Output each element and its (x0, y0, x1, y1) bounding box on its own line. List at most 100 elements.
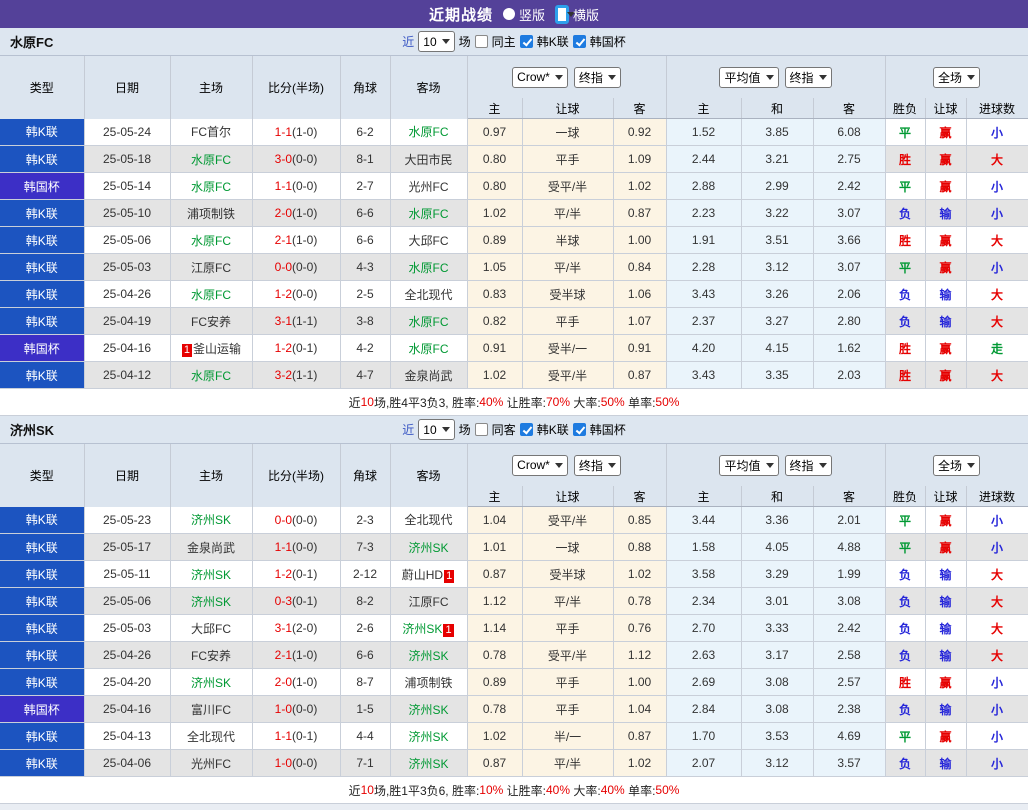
home-team-name[interactable]: 江原FC (191, 261, 231, 275)
away-team-name[interactable]: 金泉尚武 (404, 369, 452, 383)
home-team-name[interactable]: 济州SK (191, 676, 231, 690)
home-team-cell: 水原FC (170, 146, 252, 173)
match-row: 韩K联25-05-18水原FC3-0(0-0)8-1大田市民0.80平手1.09… (0, 146, 1028, 173)
match-date-cell: 25-04-16 (84, 335, 170, 362)
result-cell: 负 (885, 588, 925, 615)
home-team-name[interactable]: 大邱FC (191, 622, 231, 636)
home-odds-cell: 0.89 (467, 669, 522, 696)
away-team-name[interactable]: 济州SK (408, 757, 448, 771)
away-team-name[interactable]: 济州SK (408, 649, 448, 663)
home-team-name[interactable]: 济州SK (191, 595, 231, 609)
goals-result-cell: 大 (966, 561, 1028, 588)
layout-horizontal-option[interactable]: 横版 (555, 5, 599, 24)
full-match-select[interactable]: 全场 (933, 67, 980, 88)
red-card-badge: 1 (443, 624, 453, 637)
away-team-name[interactable]: 水原FC (409, 315, 449, 329)
score-cell: 1-1(0-0) (252, 534, 340, 561)
home-team-name[interactable]: 水原FC (191, 234, 231, 248)
full-match-select[interactable]: 全场 (933, 455, 980, 476)
handicap-cell: 半/一 (522, 723, 613, 750)
radio-horizontal-icon[interactable] (555, 5, 569, 24)
avg-draw-cell: 3.12 (741, 750, 813, 777)
score-cell: 0-3(0-1) (252, 588, 340, 615)
avg-home-cell: 2.37 (666, 308, 741, 335)
home-odds-cell: 1.04 (467, 507, 522, 534)
average-select[interactable]: 平均值 (719, 67, 778, 88)
home-team-cell: FC安养 (170, 308, 252, 335)
away-team-name[interactable]: 大邱FC (409, 234, 449, 248)
home-team-cell: 济州SK (170, 507, 252, 534)
away-team-name[interactable]: 光州FC (409, 180, 449, 194)
away-team-name[interactable]: 济州SK (402, 622, 442, 636)
score-cell: 1-1(1-0) (252, 119, 340, 146)
summary-fragment: 10 (361, 395, 374, 409)
average-select[interactable]: 平均值 (719, 455, 778, 476)
home-odds-cell: 1.12 (467, 588, 522, 615)
home-team-name[interactable]: 水原FC (191, 180, 231, 194)
home-team-name[interactable]: 水原FC (191, 153, 231, 167)
home-team-name[interactable]: 水原FC (191, 288, 231, 302)
home-team-name[interactable]: 水原FC (191, 369, 231, 383)
home-team-name[interactable]: 金泉尚武 (187, 541, 235, 555)
league-checkbox[interactable] (520, 35, 533, 48)
corners-cell: 3-8 (340, 308, 390, 335)
avg-away-cell: 3.07 (813, 200, 885, 227)
bookmaker-select[interactable]: Crow* (512, 455, 568, 476)
half-time-score: (1-1) (292, 368, 317, 382)
home-team-name[interactable]: 浦项制铁 (187, 207, 235, 221)
away-team-name[interactable]: 济州SK (408, 541, 448, 555)
match-row: 韩K联25-04-19FC安养3-1(1-1)3-8水原FC0.82平手1.07… (0, 308, 1028, 335)
col-score: 比分(半场) (252, 56, 340, 119)
away-team-name[interactable]: 水原FC (409, 261, 449, 275)
home-team-name[interactable]: 富川FC (191, 703, 231, 717)
bookmaker-select[interactable]: Crow* (512, 67, 568, 88)
handicap-result-cell: 赢 (925, 146, 966, 173)
home-team-name[interactable]: 釜山运输 (193, 342, 241, 356)
home-team-name[interactable]: FC安养 (191, 315, 231, 329)
home-team-name[interactable]: 济州SK (191, 568, 231, 582)
final-odds-select-2[interactable]: 终指 (785, 67, 832, 88)
home-team-name[interactable]: 济州SK (191, 513, 231, 527)
match-count-select[interactable]: 10 (418, 419, 454, 440)
away-team-name[interactable]: 水原FC (409, 125, 449, 139)
home-team-name[interactable]: FC安养 (191, 649, 231, 663)
away-team-name[interactable]: 水原FC (409, 207, 449, 221)
away-team-name[interactable]: 济州SK (408, 703, 448, 717)
half-time-score: (1-0) (292, 648, 317, 662)
handicap-result-cell: 赢 (925, 227, 966, 254)
home-team-name[interactable]: 光州FC (191, 757, 231, 771)
away-team-name[interactable]: 水原FC (409, 342, 449, 356)
same-venue-checkbox[interactable] (475, 423, 488, 436)
match-type-cell: 韩K联 (0, 200, 84, 227)
away-team-name[interactable]: 蔚山HD (402, 568, 443, 582)
cup-checkbox[interactable] (573, 423, 586, 436)
away-team-name[interactable]: 全北现代 (404, 288, 452, 302)
avg-away-cell: 2.03 (813, 362, 885, 389)
team-section: 济州SK 近 10 场 同客 韩K联 韩国杯 类型 (0, 416, 1028, 804)
away-team-name[interactable]: 江原FC (409, 595, 449, 609)
col-avg-home: 主 (666, 98, 741, 119)
radio-vertical-icon[interactable] (503, 8, 515, 20)
home-team-name[interactable]: FC首尔 (191, 125, 231, 139)
match-count-select[interactable]: 10 (418, 31, 454, 52)
final-odds-select-1[interactable]: 终指 (574, 455, 621, 476)
match-date-cell: 25-04-12 (84, 362, 170, 389)
league-checkbox[interactable] (520, 423, 533, 436)
full-time-score: 1-0 (275, 702, 292, 716)
layout-vertical-option[interactable]: 竖版 (503, 5, 545, 24)
cup-checkbox[interactable] (573, 35, 586, 48)
handicap-result-cell: 输 (925, 308, 966, 335)
same-venue-checkbox[interactable] (475, 35, 488, 48)
away-team-name[interactable]: 大田市民 (404, 153, 452, 167)
final-odds-select-2[interactable]: 终指 (785, 455, 832, 476)
avg-away-cell: 2.42 (813, 173, 885, 200)
match-row: 韩K联25-05-10浦项制铁2-0(1-0)6-6水原FC1.02平/半0.8… (0, 200, 1028, 227)
half-time-score: (0-0) (292, 287, 317, 301)
final-odds-select-1[interactable]: 终指 (574, 67, 621, 88)
away-team-name[interactable]: 浦项制铁 (404, 676, 452, 690)
handicap-result-cell: 赢 (925, 254, 966, 281)
corners-cell: 1-5 (340, 696, 390, 723)
away-team-name[interactable]: 全北现代 (404, 513, 452, 527)
match-date-cell: 25-05-14 (84, 173, 170, 200)
full-time-score: 3-2 (275, 368, 292, 382)
